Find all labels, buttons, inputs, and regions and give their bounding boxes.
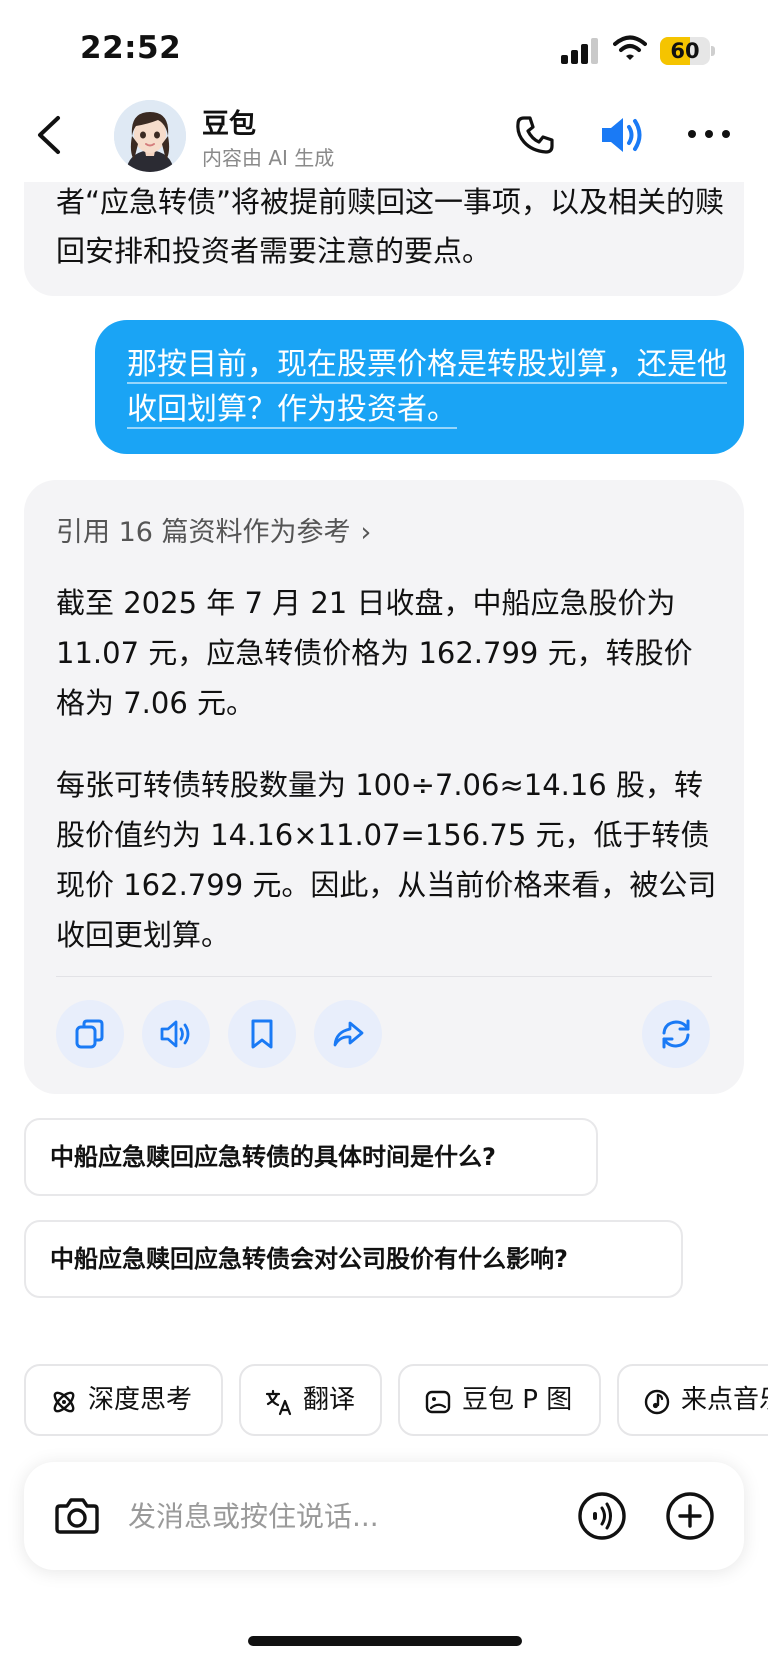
- speaker-icon: [160, 1020, 190, 1048]
- music-icon: [644, 1389, 670, 1415]
- bookmark-button[interactable]: [228, 1000, 296, 1068]
- user-message[interactable]: 那按目前，现在股票价格是转股划算，还是他收回划算？作为投资者。: [95, 320, 744, 454]
- image-edit-icon: [425, 1390, 451, 1414]
- answer-paragraph: 每张可转债转股数量为 100÷7.06≈14.16 股，转股价值约为 14.16…: [56, 768, 717, 952]
- cellular-signal-icon: [561, 38, 598, 64]
- divider: [56, 976, 712, 977]
- suggested-question-text: 中船应急赎回应急转债会对公司股价有什么影响?: [50, 1245, 568, 1273]
- chip-label: 深度思考: [88, 1385, 193, 1415]
- atom-icon: [53, 1391, 75, 1413]
- more-options-button[interactable]: [686, 124, 732, 144]
- status-time: 22:52: [80, 30, 182, 66]
- message-input[interactable]: [128, 1492, 528, 1540]
- share-icon: [333, 1021, 364, 1047]
- suggested-question-text: 中船应急赎回应急转债的具体时间是什么?: [50, 1143, 496, 1171]
- chat-header: 豆包 内容由 AI 生成: [0, 92, 768, 182]
- status-bar: 22:52 60: [0, 0, 768, 92]
- chip-label: 翻译: [303, 1385, 356, 1415]
- message-composer: [24, 1462, 744, 1570]
- bot-message: 引用 16 篇资料作为参考 › 截至 2025 年 7 月 21 日收盘，中船应急…: [24, 480, 744, 1094]
- regenerate-icon: [662, 1019, 690, 1049]
- back-button[interactable]: [30, 110, 70, 160]
- battery-cap: [711, 46, 715, 56]
- chip-music[interactable]: 来点音乐: [617, 1364, 768, 1436]
- copy-icon: [75, 1019, 104, 1049]
- phone-call-button[interactable]: [514, 114, 556, 156]
- chip-label: 来点音乐: [681, 1385, 768, 1415]
- voice-input-button[interactable]: [576, 1490, 628, 1542]
- regenerate-button[interactable]: [642, 1000, 710, 1068]
- chip-label: 豆包 P 图: [462, 1385, 573, 1415]
- chip-image-edit[interactable]: 豆包 P 图: [398, 1364, 601, 1436]
- user-message-text: 那按目前，现在股票价格是转股划算，还是他收回划算？作为投资者。: [127, 347, 727, 429]
- home-indicator[interactable]: [248, 1636, 522, 1646]
- read-aloud-button[interactable]: [142, 1000, 210, 1068]
- chip-deep-thinking[interactable]: 深度思考: [24, 1364, 223, 1436]
- avatar[interactable]: [114, 100, 186, 172]
- answer-paragraph: 截至 2025 年 7 月 21 日收盘，中船应急股价为 11.07 元，应急转…: [56, 586, 693, 720]
- suggested-question[interactable]: 中船应急赎回应急转债的具体时间是什么?: [24, 1118, 598, 1196]
- references-link[interactable]: 引用 16 篇资料作为参考 ›: [56, 510, 371, 549]
- translate-icon: [265, 1389, 292, 1416]
- chip-translate[interactable]: 翻译: [239, 1364, 382, 1436]
- chat-screen: 22:52 60 者“应急转债”将被提前赎回这一事项，以及相关的赎回安排和投资者…: [0, 0, 768, 1663]
- bot-message-text: 者“应急转债”将被提前赎回这一事项，以及相关的赎回安排和投资者需要注意的要点。: [56, 185, 725, 268]
- add-attachment-button[interactable]: [664, 1490, 716, 1542]
- references-label: 引用 16 篇资料作为参考: [56, 517, 351, 548]
- user-message-container: 那按目前，现在股票价格是转股划算，还是他收回划算？作为投资者。: [127, 342, 727, 432]
- avatar-image: [114, 100, 186, 172]
- battery-body: 60: [660, 37, 710, 65]
- wifi-icon: [613, 35, 647, 60]
- suggested-question[interactable]: 中船应急赎回应急转债会对公司股价有什么影响?: [24, 1220, 683, 1298]
- voice-playback-button[interactable]: [598, 112, 646, 158]
- battery-level-text: 60: [670, 39, 700, 63]
- camera-button[interactable]: [54, 1494, 100, 1536]
- battery-indicator: 60: [660, 37, 715, 65]
- share-button[interactable]: [314, 1000, 382, 1068]
- chat-subtitle: 内容由 AI 生成: [202, 146, 335, 170]
- chat-title: 豆包: [202, 109, 256, 140]
- bookmark-icon: [251, 1019, 273, 1049]
- copy-button[interactable]: [56, 1000, 124, 1068]
- chevron-right-icon: ›: [360, 517, 372, 548]
